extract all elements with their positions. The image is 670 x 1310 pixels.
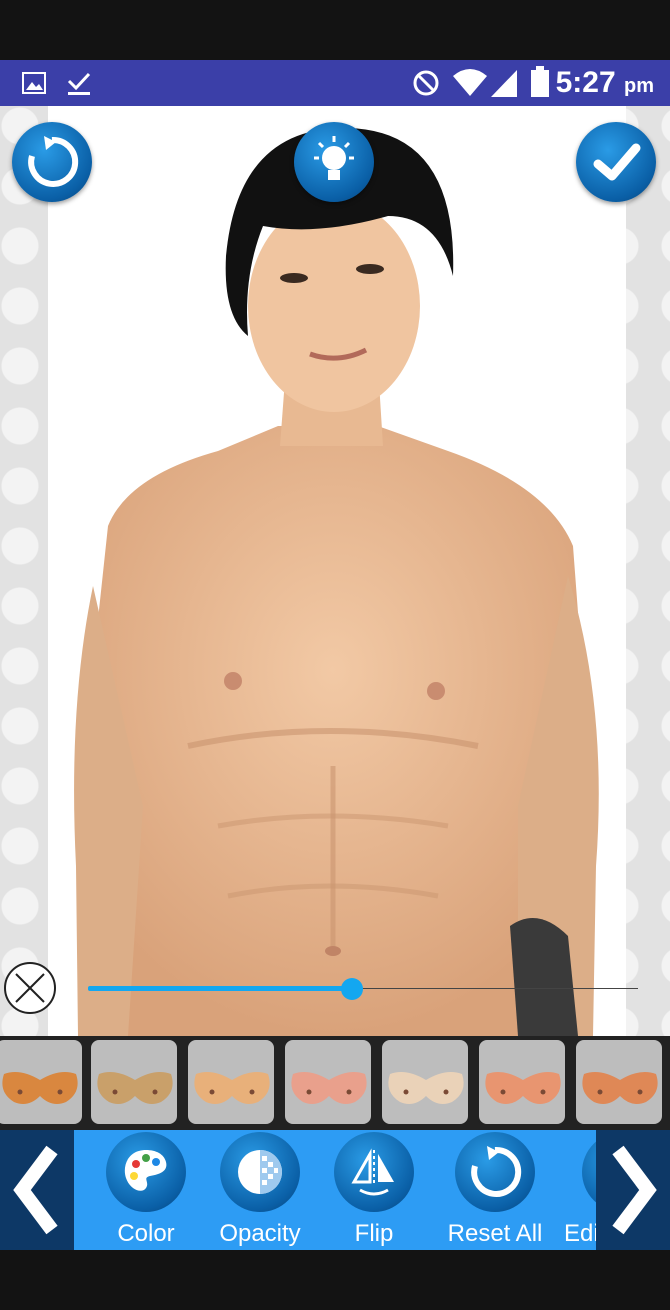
reset-icon — [471, 1146, 522, 1197]
close-slider-button[interactable] — [4, 962, 56, 1014]
chest-preset-5[interactable] — [380, 1038, 470, 1126]
hint-button[interactable] — [294, 122, 374, 202]
chevron-right-icon — [612, 1145, 657, 1235]
chest-preset-2[interactable] — [89, 1038, 179, 1126]
download-done-icon — [66, 70, 92, 101]
chest-preset-7[interactable] — [574, 1038, 664, 1126]
opacity-tool-label: Opacity — [219, 1220, 301, 1247]
checkmark-icon — [593, 143, 641, 181]
top-black-bar — [0, 0, 670, 60]
prev-button[interactable] — [0, 1130, 74, 1250]
edit-tool-label: Edi — [564, 1220, 596, 1247]
edited-photo[interactable] — [48, 106, 626, 1036]
color-tool-label: Color — [117, 1220, 175, 1247]
bottom-black-bar — [0, 1250, 670, 1310]
reset-all-tool-label: Reset All — [447, 1220, 543, 1247]
opacity-slider-row — [0, 960, 670, 1020]
chest-preset-4[interactable] — [283, 1038, 373, 1126]
image-icon — [22, 72, 46, 99]
lightbulb-icon — [314, 136, 354, 180]
signal-icon — [490, 68, 518, 103]
do-not-disturb-icon — [412, 69, 440, 102]
chevron-left-icon — [13, 1145, 58, 1235]
edit-tool-button[interactable]: Edi — [544, 1132, 596, 1250]
close-icon — [15, 973, 45, 1003]
chest-preset-6[interactable] — [477, 1038, 567, 1126]
clock-ampm: pm — [624, 75, 654, 97]
editor-canvas — [0, 106, 670, 1036]
chest-preset-1[interactable] — [0, 1038, 84, 1126]
rotate-button[interactable] — [12, 122, 92, 202]
refresh-icon — [28, 136, 79, 187]
slider-thumb[interactable] — [341, 978, 363, 1000]
opacity-tool-button[interactable]: Opacity — [200, 1132, 320, 1250]
status-bar: 5:27 pm — [0, 60, 670, 106]
wifi-icon — [452, 68, 488, 103]
reset-all-tool-button[interactable]: Reset All — [435, 1132, 555, 1250]
confirm-button[interactable] — [576, 122, 656, 202]
chest-preset-3[interactable] — [186, 1038, 276, 1126]
bottom-toolbar: Color Opacity Flip Reset All Edi — [0, 1130, 670, 1250]
palette-icon — [124, 1150, 167, 1191]
clock: 5:27 pm — [556, 66, 654, 100]
next-button[interactable] — [596, 1130, 670, 1250]
color-tool-button[interactable]: Color — [86, 1132, 206, 1250]
chest-preset-strip — [0, 1036, 670, 1130]
flip-tool-label: Flip — [354, 1220, 394, 1247]
flip-icon — [351, 1148, 394, 1196]
opacity-icon — [238, 1150, 282, 1194]
person-photo — [74, 127, 599, 1036]
flip-tool-button[interactable]: Flip — [314, 1132, 434, 1250]
clock-time: 5:27 — [555, 66, 616, 99]
slider-fill — [88, 986, 352, 991]
battery-icon — [530, 66, 550, 103]
